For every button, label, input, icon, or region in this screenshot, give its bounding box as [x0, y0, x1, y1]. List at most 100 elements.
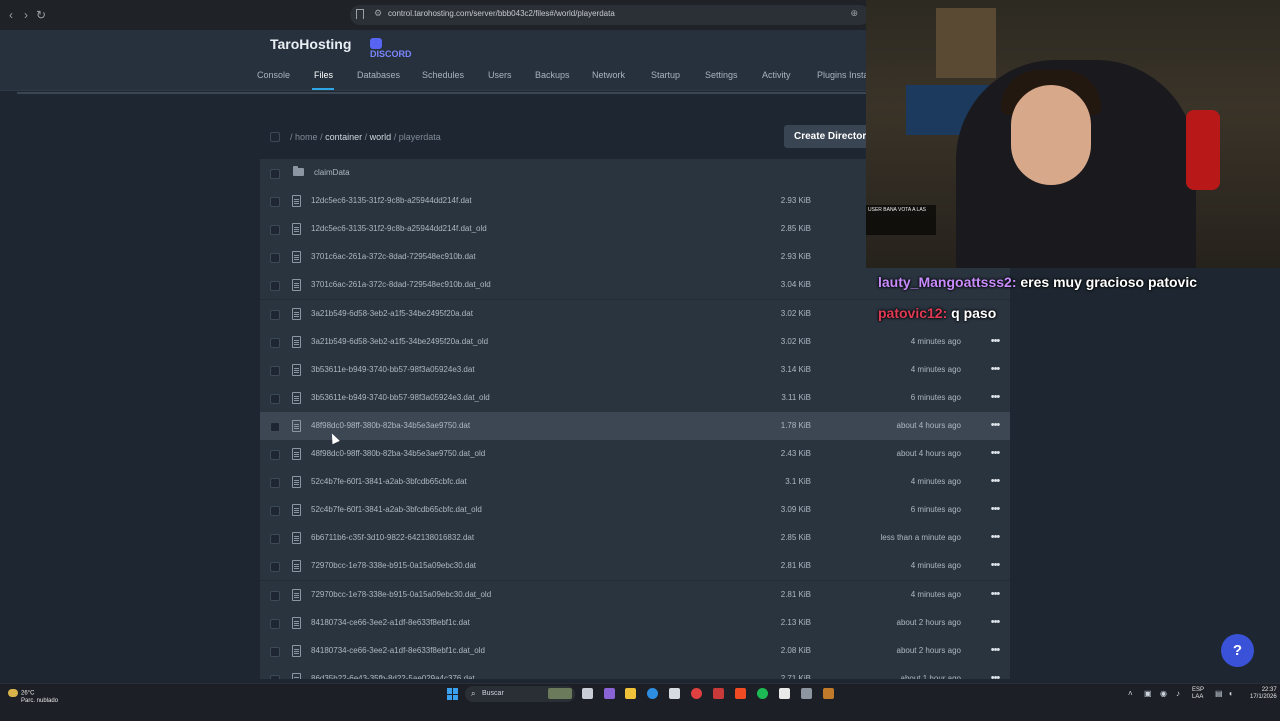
- tab-files[interactable]: Files: [314, 70, 333, 80]
- volume-icon[interactable]: ◖: [1228, 690, 1236, 698]
- file-name[interactable]: 52c4b7fe-60f1-3841-a2ab-3bfcdb65cbfc.dat: [311, 477, 467, 486]
- file-name[interactable]: 12dc5ec6-3135-31f2-9c8b-a25944dd214f.dat: [311, 196, 472, 205]
- task-view-icon[interactable]: [582, 688, 593, 699]
- tab-backups[interactable]: Backups: [535, 70, 570, 80]
- file-row[interactable]: 84180734-ce66-3ee2-a1df-8e633f8ebf1c.dat…: [260, 637, 1010, 666]
- tab-network[interactable]: Network: [592, 70, 625, 80]
- brave-icon[interactable]: [735, 688, 746, 699]
- file-name[interactable]: 84180734-ce66-3ee2-a1df-8e633f8ebf1c.dat: [311, 618, 470, 627]
- file-row[interactable]: 48f98dc0-98ff-380b-82ba-34b5e3ae9750.dat…: [260, 440, 1010, 469]
- row-checkbox[interactable]: [270, 394, 280, 404]
- discord-link[interactable]: DISCORD: [370, 38, 426, 59]
- row-checkbox[interactable]: [270, 478, 280, 488]
- file-name[interactable]: 3b53611e-b949-3740-bb57-98f3a05924e3.dat: [311, 365, 475, 374]
- file-name[interactable]: 3701c6ac-261a-372c-8dad-729548ec910b.dat…: [311, 280, 491, 289]
- create-directory-button[interactable]: Create Directory: [784, 125, 870, 148]
- file-name[interactable]: 48f98dc0-98ff-380b-82ba-34b5e3ae9750.dat: [311, 421, 470, 430]
- weather-widget[interactable]: 26°C Parc. nublado: [8, 689, 58, 705]
- more-options-icon[interactable]: •••: [988, 673, 1002, 680]
- row-checkbox[interactable]: [270, 197, 280, 207]
- more-options-icon[interactable]: •••: [988, 476, 1002, 487]
- row-checkbox[interactable]: [270, 225, 280, 235]
- file-name[interactable]: 48f98dc0-98ff-380b-82ba-34b5e3ae9750.dat…: [311, 449, 485, 458]
- network-icon[interactable]: ▤: [1215, 690, 1223, 698]
- app-icon[interactable]: [691, 688, 702, 699]
- file-row[interactable]: 86d35b22-6e43-35fb-8d22-5ae029a4c376.dat…: [260, 665, 1010, 679]
- start-icon[interactable]: [447, 688, 459, 700]
- app-icon[interactable]: [801, 688, 812, 699]
- file-row[interactable]: 84180734-ce66-3ee2-a1df-8e633f8ebf1c.dat…: [260, 609, 1010, 638]
- file-name[interactable]: 84180734-ce66-3ee2-a1df-8e633f8ebf1c.dat…: [311, 646, 485, 655]
- row-checkbox[interactable]: [270, 310, 280, 320]
- more-options-icon[interactable]: •••: [988, 420, 1002, 431]
- file-name[interactable]: 12dc5ec6-3135-31f2-9c8b-a25944dd214f.dat…: [311, 224, 487, 233]
- select-all-checkbox[interactable]: [270, 132, 280, 142]
- clock[interactable]: 22:37 17/1/2026: [1250, 687, 1277, 701]
- file-name[interactable]: 86d35b22-6e43-35fb-8d22-5ae029a4c376.dat: [311, 674, 475, 679]
- teams-icon[interactable]: [604, 688, 615, 699]
- file-row[interactable]: 52c4b7fe-60f1-3841-a2ab-3bfcdb65cbfc.dat…: [260, 468, 1010, 497]
- breadcrumb-container[interactable]: container: [325, 132, 362, 142]
- more-options-icon[interactable]: •••: [988, 448, 1002, 459]
- row-checkbox[interactable]: [270, 534, 280, 544]
- file-row[interactable]: 3b53611e-b949-3740-bb57-98f3a05924e3.dat…: [260, 384, 1010, 413]
- row-checkbox[interactable]: [270, 253, 280, 263]
- tray-icon[interactable]: ◉: [1160, 690, 1168, 698]
- microphone-icon[interactable]: ♪: [1176, 690, 1184, 698]
- more-options-icon[interactable]: •••: [988, 617, 1002, 628]
- row-checkbox[interactable]: [270, 562, 280, 572]
- file-row[interactable]: 6b6711b6-c35f-3d10-9822-642138016832.dat…: [260, 524, 1010, 553]
- row-checkbox[interactable]: [270, 675, 280, 679]
- file-row[interactable]: 3b53611e-b949-3740-bb57-98f3a05924e3.dat…: [260, 356, 1010, 385]
- app-icon[interactable]: [823, 688, 834, 699]
- chevron-up-icon[interactable]: ˄: [1128, 690, 1136, 698]
- file-row[interactable]: 72970bcc-1e78-338e-b915-0a15a09ebc30.dat…: [260, 552, 1010, 581]
- row-checkbox[interactable]: [270, 422, 280, 432]
- file-name[interactable]: 72970bcc-1e78-338e-b915-0a15a09ebc30.dat…: [311, 590, 491, 599]
- more-options-icon[interactable]: •••: [988, 645, 1002, 656]
- spotify-icon[interactable]: [757, 688, 768, 699]
- bookmark-icon[interactable]: [356, 9, 364, 19]
- row-checkbox[interactable]: [270, 366, 280, 376]
- edge-icon[interactable]: [647, 688, 658, 699]
- more-options-icon[interactable]: •••: [988, 532, 1002, 543]
- zoom-icon[interactable]: ⊕: [850, 8, 858, 19]
- reload-icon[interactable]: ↻: [34, 8, 48, 22]
- brand-logo-text[interactable]: TaroHosting: [270, 36, 351, 52]
- help-button[interactable]: ?: [1221, 634, 1254, 667]
- more-options-icon[interactable]: •••: [988, 336, 1002, 347]
- tab-plugins[interactable]: Plugins Insta: [817, 70, 869, 80]
- file-row[interactable]: 72970bcc-1e78-338e-b915-0a15a09ebc30.dat…: [260, 581, 1010, 610]
- tab-schedules[interactable]: Schedules: [422, 70, 464, 80]
- file-row[interactable]: 3a21b549-6d58-3eb2-a1f5-34be2495f20a.dat…: [260, 328, 1010, 357]
- row-checkbox[interactable]: [270, 647, 280, 657]
- file-name[interactable]: 6b6711b6-c35f-3d10-9822-642138016832.dat: [311, 533, 474, 542]
- breadcrumb-home[interactable]: home: [295, 132, 318, 142]
- row-checkbox[interactable]: [270, 450, 280, 460]
- breadcrumb-world[interactable]: world: [370, 132, 392, 142]
- file-name[interactable]: 3701c6ac-261a-372c-8dad-729548ec910b.dat: [311, 252, 476, 261]
- row-checkbox[interactable]: [270, 169, 280, 179]
- tab-startup[interactable]: Startup: [651, 70, 680, 80]
- tab-databases[interactable]: Databases: [357, 70, 400, 80]
- tab-settings[interactable]: Settings: [705, 70, 738, 80]
- row-checkbox[interactable]: [270, 338, 280, 348]
- forward-icon[interactable]: ›: [19, 8, 33, 22]
- file-name[interactable]: 52c4b7fe-60f1-3841-a2ab-3bfcdb65cbfc.dat…: [311, 505, 482, 514]
- row-checkbox[interactable]: [270, 591, 280, 601]
- more-options-icon[interactable]: •••: [988, 504, 1002, 515]
- file-name[interactable]: 3a21b549-6d58-3eb2-a1f5-34be2495f20a.dat: [311, 309, 473, 318]
- tab-users[interactable]: Users: [488, 70, 512, 80]
- file-row[interactable]: 52c4b7fe-60f1-3841-a2ab-3bfcdb65cbfc.dat…: [260, 496, 1010, 525]
- tab-console[interactable]: Console: [257, 70, 290, 80]
- file-name[interactable]: 72970bcc-1e78-338e-b915-0a15a09ebc30.dat: [311, 561, 476, 570]
- more-options-icon[interactable]: •••: [988, 589, 1002, 600]
- row-checkbox[interactable]: [270, 619, 280, 629]
- widget-icon[interactable]: [548, 688, 572, 699]
- row-checkbox[interactable]: [270, 506, 280, 516]
- tray-icon[interactable]: ▣: [1144, 690, 1152, 698]
- more-options-icon[interactable]: •••: [988, 364, 1002, 375]
- language-indicator[interactable]: ESP LAA: [1192, 687, 1204, 701]
- file-name[interactable]: 3b53611e-b949-3740-bb57-98f3a05924e3.dat…: [311, 393, 490, 402]
- notepad-icon[interactable]: [669, 688, 680, 699]
